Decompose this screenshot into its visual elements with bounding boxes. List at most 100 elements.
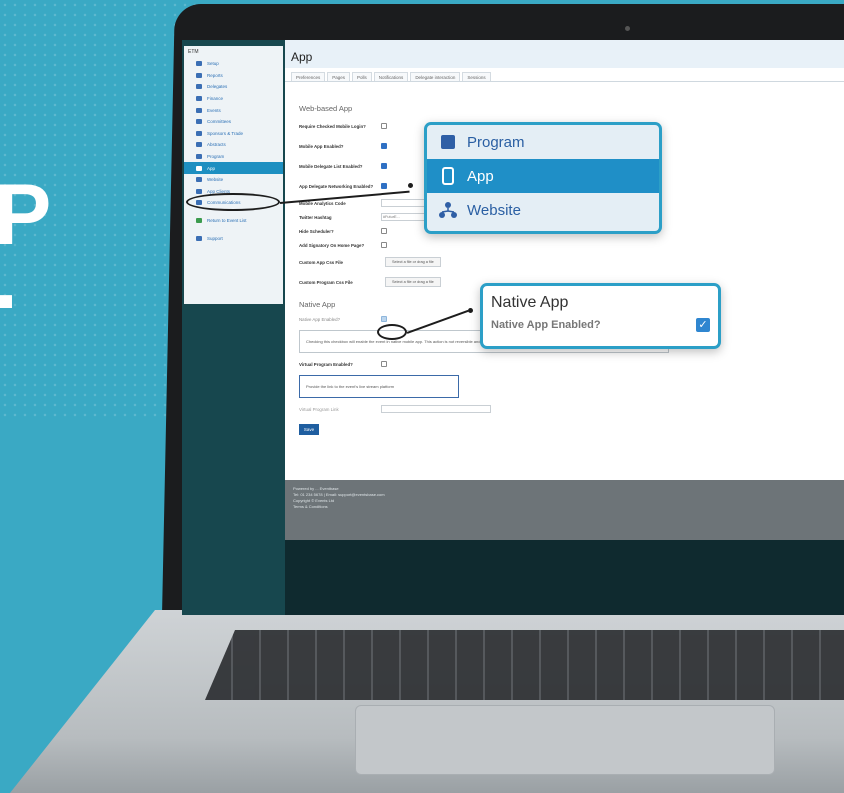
book-icon [441,135,455,149]
native-callout-checkbox[interactable]: ✓ [696,318,710,332]
footer-line-4: Terms & Conditions [293,504,328,509]
custom-app-css-upload-button[interactable]: Select a file or drag a file [385,257,441,267]
save-button[interactable]: Save [299,424,319,435]
return-icon [196,218,202,224]
globe-icon [196,107,202,113]
add-signatory-checkbox[interactable] [381,242,387,248]
sidebar-return-label: Return to Event List [207,218,247,224]
phone-icon [196,165,202,171]
sidebar-support-button[interactable]: Support [184,232,283,244]
sidebar-return-button[interactable]: Return to Event List [184,215,283,227]
tab-notifications[interactable]: Notifications [373,72,409,81]
laptop-camera [625,26,630,31]
callout-nav-item-app[interactable]: App [427,159,659,193]
form-row-label: App Delegate Networking Enabled? [299,183,374,189]
sidebar-brand: ETM [188,49,199,55]
tab-polls[interactable]: Polls [352,72,372,81]
sitemap-icon [439,202,457,218]
tab-pages[interactable]: Pages [327,72,351,81]
hide-scheduler-checkbox[interactable] [381,228,387,234]
laptop-keyboard [205,630,844,700]
callout-nav-label: App [467,167,494,185]
sidebar-item-label: Reports [207,72,223,78]
sidebar-item-delegates[interactable]: Delegates [184,81,283,93]
sidebar-support-label: Support [207,235,223,241]
virtual-link-label: Virtual Program Link [299,406,339,412]
chart-icon [196,72,202,78]
native-callout-label: Native App Enabled? [491,319,601,331]
custom-app-css-row: Custom App Css File Select a file or dra… [299,252,799,272]
tab-bar: Preferences Pages Polls Notifications Delega… [285,68,844,82]
book-icon [196,154,202,160]
main-content: App Preferences Pages Polls Notifications De… [285,40,844,480]
sidebar-item-label: Delegates [207,84,228,90]
tab-delegate-interaction[interactable]: Delegate interaction [410,72,461,81]
virtual-link-input[interactable] [381,405,491,413]
sidebar-item-label: Committees [207,119,232,125]
form-row-checkbox[interactable] [381,143,387,149]
native-checkbox-highlight [377,324,407,340]
sidebar-item-abstracts[interactable]: Abstracts [184,139,283,151]
add-signatory-label: Add Signatory On Home Page? [299,242,365,248]
callout-nav-item-program[interactable]: Program [427,125,659,159]
sidebar-item-program[interactable]: Program [184,151,283,163]
virtual-link-row: Virtual Program Link [299,402,799,416]
sidebar-item-events[interactable]: Events [184,104,283,116]
sidebar-item-reports[interactable]: Reports [184,70,283,82]
hide-scheduler-label: Hide Scheduler? [299,228,334,234]
sidebar-item-setup[interactable]: Setup [184,58,283,70]
form-row-label: Mobile App Enabled? [299,143,344,149]
hero-letter-dot: . [0,236,18,322]
custom-app-css-label: Custom App Css File [299,259,343,265]
callout-nav-item-website[interactable]: Website [427,193,659,227]
tab-preferences[interactable]: Preferences [291,72,326,81]
dollar-icon [196,96,202,102]
add-signatory-row: Add Signatory On Home Page? [299,238,799,252]
page-title: App [285,40,844,68]
document-icon [196,142,202,148]
native-enabled-checkbox[interactable] [381,316,387,322]
virtual-program-note: Provide the link to the event's live str… [299,375,459,398]
sidebar-item-app[interactable]: App [184,162,283,174]
tab-sessions[interactable]: Sessions [462,72,491,81]
sidebar-item-label: Events [207,107,221,113]
sitemap-icon [196,177,202,183]
custom-program-css-upload-button[interactable]: Select a file or drag a file [385,277,441,287]
sidebar-item-label: App [207,165,216,171]
page-footer: Powered by ... Eventbase Tel: 01 234 567… [285,480,844,540]
custom-program-css-label: Custom Program Css File [299,279,353,285]
form-row-checkbox[interactable] [381,123,387,129]
sidebar-item-committees[interactable]: Committees [184,116,283,128]
sidebar-item-label: Setup [207,61,219,67]
form-row-label: Mobile Delegate List Enabled? [299,163,363,169]
phone-icon [442,167,454,185]
native-callout-title: Native App [491,294,569,311]
sidebar-item-label: Sponsors & Trade [207,130,244,136]
virtual-enabled-label: Virtual Program Enabled? [299,361,353,367]
native-app-zoom-callout: Native App Native App Enabled? ✓ [480,283,721,349]
form-row-checkbox[interactable] [381,163,387,169]
form-row-checkbox[interactable] [381,183,387,189]
callout-nav-label: Program [467,133,525,151]
key-icon [196,188,202,194]
laptop-trackpad [355,705,775,775]
native-enabled-label: Native App Enabled? [299,316,341,322]
app-pointer-dot [408,183,413,188]
sidebar-item-website[interactable]: Website [184,174,283,186]
virtual-enabled-checkbox[interactable] [381,361,387,367]
sidebar-item-sponsors-trade[interactable]: Sponsors & Trade [184,128,283,140]
web-app-section-title: Web-based App [299,104,353,113]
handshake-icon [196,130,202,136]
callout-nav-label: Website [467,201,521,219]
sidebar: ETM Setup Reports Delegates Finance Events Co… [182,40,285,615]
virtual-enabled-row: Virtual Program Enabled? [299,357,799,371]
sidebar-item-label: Website [207,177,224,183]
form-row-label: Require Checked Mobile Login? [299,123,366,129]
sidebar-item-label: Program [207,154,225,160]
help-icon [196,235,202,241]
app-menu-highlight [186,193,280,211]
navigation-zoom-callout: Program App Website [424,122,662,234]
sidebar-item-label: Finance [207,96,224,102]
sidebar-item-finance[interactable]: Finance [184,93,283,105]
wrench-icon [196,61,202,67]
